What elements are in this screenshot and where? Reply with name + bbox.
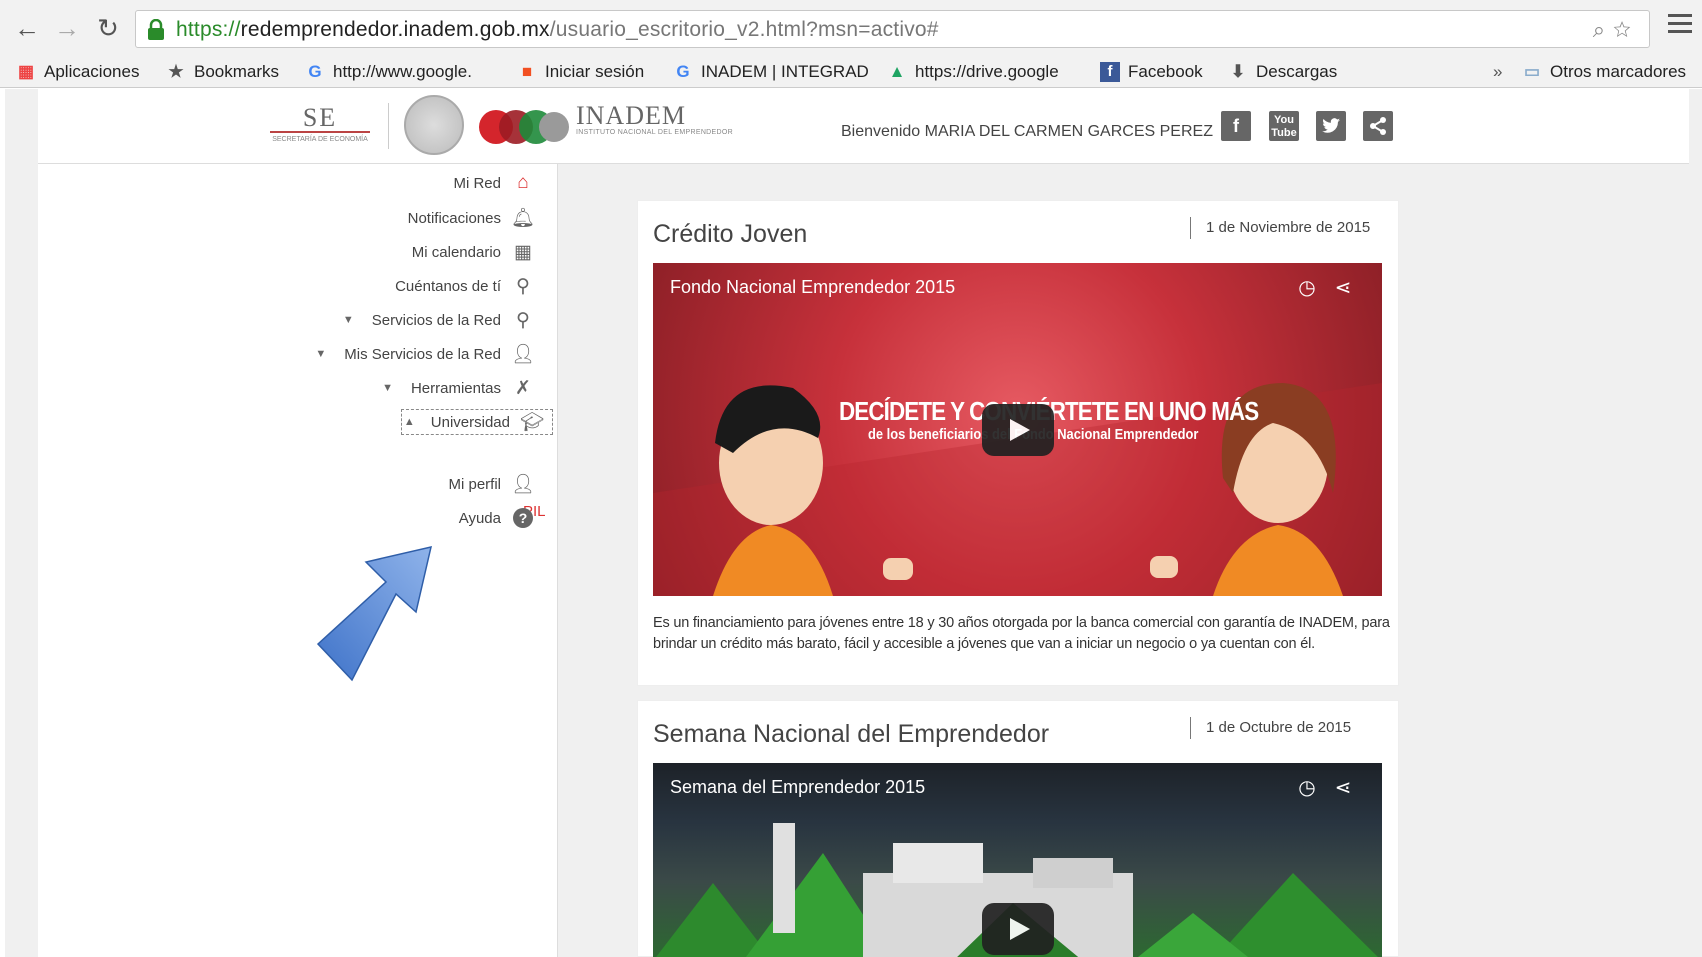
news-title[interactable]: Crédito Joven	[653, 220, 807, 249]
chevron-down-icon[interactable]: ▼	[343, 314, 354, 326]
bookmark-bookmarks[interactable]: ★ Bookmarks	[166, 62, 279, 82]
chevron-down-icon[interactable]: ▼	[382, 382, 393, 394]
tools-icon: ✗	[515, 377, 531, 399]
sidebar-item-mi-red[interactable]: Mi Red ⌂	[453, 169, 535, 197]
folder-icon: ▭	[1523, 62, 1541, 81]
google-icon: G	[308, 62, 322, 81]
chevron-down-icon[interactable]: ▼	[315, 348, 326, 360]
inadem-logo[interactable]: INADEM INSTITUTO NACIONAL DEL EMPRENDEDO…	[576, 103, 733, 137]
bookmark-drive[interactable]: ▲ https://drive.google	[887, 62, 1059, 82]
facebook-icon[interactable]: f	[1221, 111, 1251, 141]
news-card: Semana Nacional del Emprendedor 1 de Oct…	[637, 700, 1399, 957]
video-title[interactable]: Fondo Nacional Emprendedor 2015	[670, 277, 955, 298]
welcome-text: Bienvenido MARIA DEL CARMEN GARCES PEREZ	[841, 123, 1213, 140]
bookmarks-bar: ▦ Aplicaciones ★ Bookmarks Ghttp://www.goo…	[0, 58, 1702, 88]
sidebar-item-servicios-red[interactable]: ▼ Servicios de la Red ⚲	[343, 306, 535, 334]
forward-icon[interactable]: →	[52, 13, 82, 43]
bell-icon: 🔔︎	[510, 208, 536, 229]
bookmark-inadem[interactable]: G INADEM | INTEGRAD	[673, 62, 868, 82]
se-logo[interactable]: SE SECRETARÍA DE ECONOMÍA	[270, 105, 370, 143]
video-player[interactable]: Fondo Nacional Emprendedor 2015 ◷ ⋖ DECÍD…	[653, 263, 1382, 596]
twitter-icon[interactable]	[1316, 111, 1346, 141]
star-icon: ★	[168, 62, 184, 81]
back-icon[interactable]: ←	[12, 13, 42, 43]
profile-icon: 👤︎	[510, 474, 536, 495]
graduation-cap-icon: 🎓︎	[519, 412, 545, 433]
star-bookmark-icon[interactable]: ☆	[1613, 17, 1639, 42]
bookmark-otros[interactable]: ▭ Otros marcadores	[1522, 62, 1686, 82]
windows-icon: ■	[521, 62, 533, 81]
help-icon: ?	[511, 506, 535, 530]
google-icon: G	[676, 62, 690, 81]
sidebar-nav: Mi Red ⌂ Notificaciones 🔔︎ Mi calendario…	[38, 164, 558, 957]
news-card: Crédito Joven 1 de Noviembre de 2015 Fon…	[637, 200, 1399, 686]
drive-icon: ▲	[888, 62, 906, 81]
share-icon[interactable]: ⋖	[1332, 777, 1354, 799]
person-icon: ⚲	[516, 309, 530, 331]
page: SE SECRETARÍA DE ECONOMÍA INADEM INSTITU…	[5, 89, 1702, 957]
lock-icon	[146, 19, 166, 41]
share-icon[interactable]	[1363, 111, 1393, 141]
bookmark-descargas[interactable]: ⬇ Descargas	[1228, 62, 1337, 82]
bookmark-iniciar-sesion[interactable]: ■ Iniciar sesión	[517, 62, 644, 82]
bookmarks-overflow[interactable]: »	[1493, 62, 1502, 82]
apps-grid-icon: ▦	[17, 62, 35, 81]
news-date: 1 de Octubre de 2015	[1190, 717, 1351, 739]
clock-icon[interactable]: ◷	[1296, 277, 1318, 299]
download-icon: ⬇	[1230, 62, 1246, 81]
chevron-up-icon[interactable]: ▲	[404, 416, 415, 428]
pointer-arrow-icon	[316, 545, 433, 682]
clock-icon[interactable]: ◷	[1296, 777, 1318, 799]
sidebar-item-cuentanos[interactable]: Cuéntanos de tí ⚲	[395, 272, 535, 300]
bookmark-google[interactable]: Ghttp://www.google.	[305, 62, 472, 82]
address-actions: ⌕☆	[1593, 17, 1639, 43]
site-header: SE SECRETARÍA DE ECONOMÍA INADEM INSTITU…	[38, 89, 1689, 164]
news-title[interactable]: Semana Nacional del Emprendedor	[653, 720, 1049, 749]
calendar-icon: ▦	[514, 241, 532, 263]
sidebar-item-herramientas[interactable]: ▼ Herramientas ✗	[382, 374, 535, 402]
sidebar-item-ayuda[interactable]: Ayuda ?	[459, 504, 535, 532]
share-icon[interactable]: ⋖	[1332, 277, 1354, 299]
home-icon: ⌂	[517, 172, 529, 193]
news-date: 1 de Noviembre de 2015	[1190, 217, 1370, 239]
reload-icon[interactable]: ↻	[93, 13, 123, 43]
address-bar[interactable]: https://redemprendedor.inadem.gob.mx/usu…	[135, 10, 1650, 48]
sidebar-item-notificaciones[interactable]: Notificaciones 🔔︎	[408, 204, 535, 232]
zoom-icon[interactable]: ⌕	[1593, 17, 1613, 42]
url-text: https://redemprendedor.inadem.gob.mx/usu…	[176, 18, 939, 41]
national-seal-icon	[404, 95, 464, 155]
bookmark-apps[interactable]: ▦ Aplicaciones	[16, 62, 139, 82]
user-services-icon: 👤︎	[510, 344, 536, 365]
play-button[interactable]	[982, 404, 1054, 456]
bookmark-facebook[interactable]: f Facebook	[1100, 62, 1203, 82]
video-player[interactable]: Semana del Emprendedor 2015 ◷ ⋖	[653, 763, 1382, 957]
search-icon: ⚲	[516, 275, 530, 297]
video-title[interactable]: Semana del Emprendedor 2015	[670, 777, 925, 798]
sidebar-item-mi-calendario[interactable]: Mi calendario ▦	[412, 238, 535, 266]
sidebar-item-mis-servicios[interactable]: ▼ Mis Servicios de la Red 👤︎	[315, 340, 535, 368]
youtube-icon[interactable]: You Tube	[1269, 111, 1299, 141]
menu-icon[interactable]	[1668, 14, 1692, 36]
inadem-rings-icon	[479, 110, 569, 144]
sidebar-item-mi-perfil[interactable]: Mi perfil 👤︎	[448, 470, 535, 498]
news-description: Es un financiamiento para jóvenes entre …	[653, 615, 1390, 652]
sidebar-item-universidad[interactable]: ▲ Universidad 🎓︎	[400, 409, 553, 435]
browser-toolbar: ← → ↻ https://redemprendedor.inadem.gob.…	[0, 0, 1702, 58]
facebook-icon: f	[1100, 62, 1120, 82]
play-button[interactable]	[982, 903, 1054, 955]
logo-divider	[388, 103, 389, 149]
